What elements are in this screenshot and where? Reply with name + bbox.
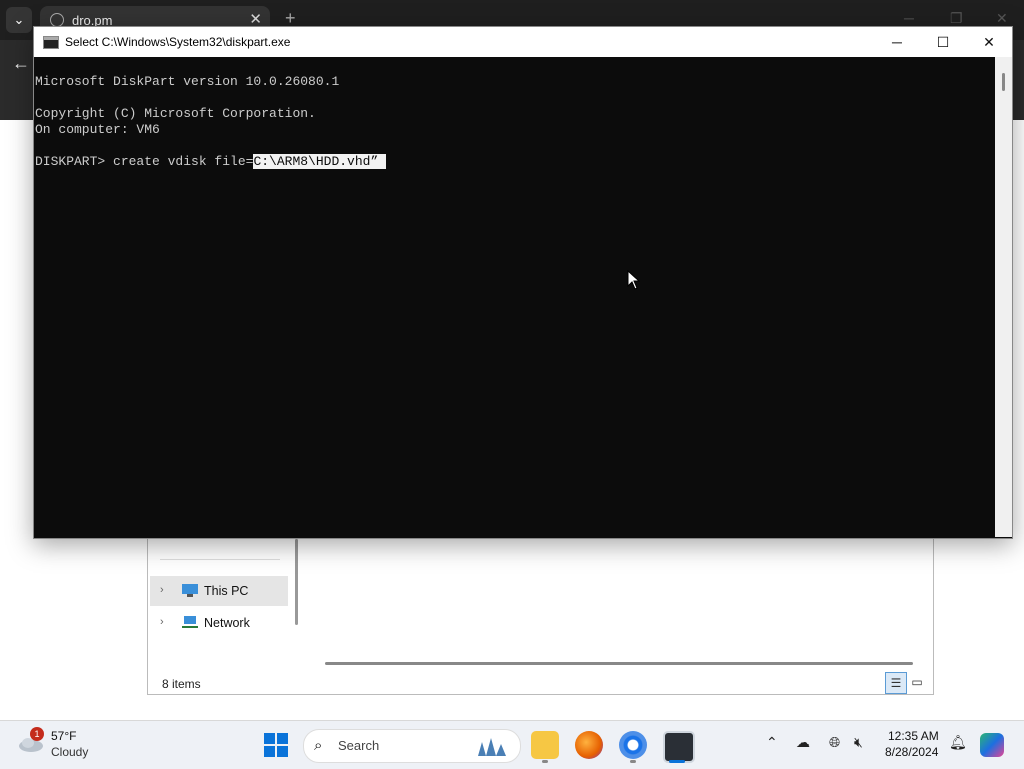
weather-condition[interactable]: Cloudy <box>51 745 88 759</box>
windows-logo-tile <box>264 733 275 744</box>
window-title: Select C:\Windows\System32\diskpart.exe <box>65 35 291 49</box>
chevron-right-icon[interactable]: › <box>160 616 164 628</box>
file-list-area <box>304 531 932 671</box>
selected-text[interactable]: C:\ARM8\HDD.vhd” <box>253 154 387 169</box>
console-app-icon <box>43 36 59 49</box>
tab-list-button[interactable]: ⌄ <box>6 7 32 33</box>
nav-scrollbar[interactable] <box>295 539 298 625</box>
nav-divider <box>160 559 280 560</box>
details-view-button[interactable]: ☰ <box>885 672 907 694</box>
windows-logo-tile <box>277 733 288 744</box>
browser-close-icon[interactable]: ✕ <box>996 10 1008 27</box>
file-explorer-window: › This PC › Network 8 items ☰ ▭ <box>147 530 934 695</box>
chevron-right-icon[interactable]: › <box>160 584 164 596</box>
terminal-taskbar-icon[interactable] <box>663 731 695 763</box>
globe-icon <box>50 13 64 27</box>
search-placeholder: Search <box>338 738 380 753</box>
windows-logo-tile <box>264 746 275 757</box>
notification-bell-icon[interactable]: 🔔︎ <box>949 734 967 751</box>
nav-item-label: This PC <box>204 584 249 598</box>
tiles-view-button[interactable]: ▭ <box>907 672 927 692</box>
copilot-icon[interactable] <box>980 733 1004 757</box>
navigation-pane: › This PC › Network <box>148 531 298 671</box>
nav-item-this-pc[interactable]: › This PC <box>150 576 288 606</box>
show-hidden-icons-chevron-icon[interactable]: ⌃ <box>766 734 778 751</box>
item-count-status: 8 items <box>162 677 201 691</box>
running-indicator <box>630 760 636 763</box>
computer-icon <box>182 584 198 597</box>
clock-time[interactable]: 12:35 AM <box>888 729 939 743</box>
close-button[interactable]: ✕ <box>966 27 1012 57</box>
start-button[interactable] <box>264 733 288 757</box>
onedrive-offline-icon[interactable]: ☁ <box>796 734 810 751</box>
command-prompt-text: DISKPART> create vdisk file= <box>35 154 254 169</box>
windows-logo-tile <box>277 746 288 757</box>
nav-item-network[interactable]: › Network <box>150 608 288 638</box>
back-arrow-icon[interactable]: ← <box>12 53 30 74</box>
weather-temperature[interactable]: 57°F <box>51 729 76 743</box>
browser-restore-icon[interactable]: ❐ <box>950 10 963 27</box>
browser-minimize-icon[interactable]: ─ <box>904 10 914 26</box>
firefox-taskbar-icon[interactable] <box>575 731 603 759</box>
version-line: Microsoft DiskPart version 10.0.26080.1 <box>35 74 340 89</box>
minimize-button[interactable]: ─ <box>874 27 920 57</box>
horizontal-scrollbar[interactable] <box>325 662 913 665</box>
nav-item-label: Network <box>204 616 250 630</box>
chrome-taskbar-icon[interactable] <box>619 731 647 759</box>
active-window-indicator <box>669 760 685 763</box>
taskbar: 1 57°F Cloudy ⌕ Search ⌃ ☁ 🌐︎ 🔇︎ 12:35 A… <box>0 720 1024 769</box>
copyright-line: Copyright (C) Microsoft Corporation. <box>35 106 316 121</box>
volume-muted-icon[interactable]: 🔇︎ <box>854 734 863 751</box>
search-icon: ⌕ <box>314 737 323 754</box>
weather-alert-badge: 1 <box>30 727 44 741</box>
taskbar-search-box[interactable]: ⌕ Search <box>303 729 521 763</box>
file-explorer-taskbar-icon[interactable] <box>531 731 559 759</box>
console-output[interactable]: Microsoft DiskPart version 10.0.26080.1 … <box>34 57 994 537</box>
command-line: DISKPART> create vdisk file=C:\ARM8\HDD.… <box>35 154 387 169</box>
console-scrollbar[interactable] <box>995 57 1012 537</box>
scroll-thumb[interactable] <box>1002 73 1005 91</box>
console-titlebar[interactable]: Select C:\Windows\System32\diskpart.exe … <box>34 27 1012 57</box>
network-icon <box>182 616 198 628</box>
diskpart-console-window: Select C:\Windows\System32\diskpart.exe … <box>33 26 1013 539</box>
network-globe-icon[interactable]: 🌐︎ <box>829 734 840 751</box>
search-highlight-icon <box>478 738 506 756</box>
running-indicator <box>542 760 548 763</box>
maximize-button[interactable]: ☐ <box>920 27 966 57</box>
mouse-cursor-icon <box>627 270 641 290</box>
clock-date[interactable]: 8/28/2024 <box>885 745 938 759</box>
computer-line: On computer: VM6 <box>35 122 160 137</box>
